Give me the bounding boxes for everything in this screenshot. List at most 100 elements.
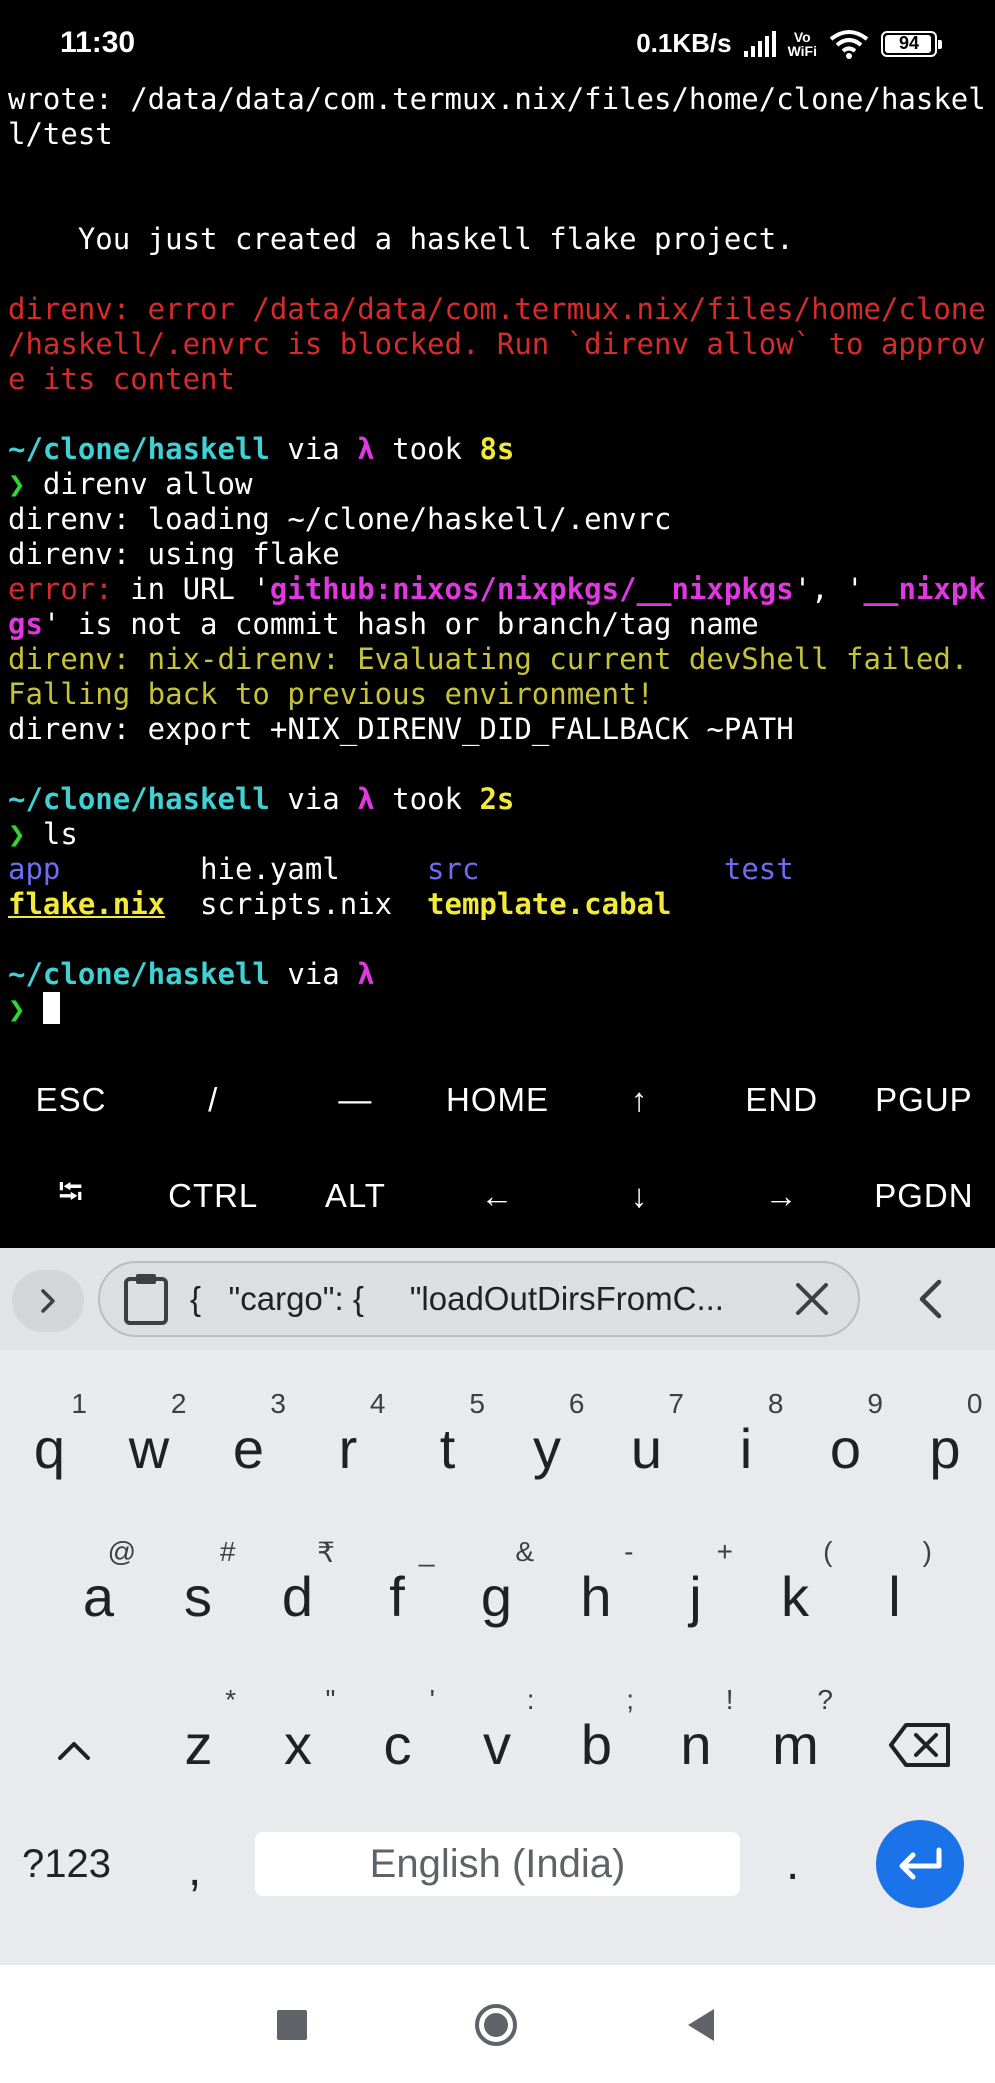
terminal-text: template.cabal bbox=[427, 887, 672, 921]
clipboard-suggestion-chip[interactable]: { "cargo": { "loadOutDirsFromC... bbox=[98, 1261, 860, 1337]
extra-key[interactable]: — bbox=[284, 1052, 426, 1148]
key-l[interactable]: ) l bbox=[845, 1514, 944, 1662]
key-label: i bbox=[739, 1417, 753, 1480]
terminal-line: ~/clone/haskell via λ took 8s bbox=[8, 432, 993, 467]
period-key[interactable]: . bbox=[786, 1836, 799, 1891]
extra-key[interactable]: / bbox=[142, 1052, 284, 1148]
key-w[interactable]: 2w bbox=[100, 1366, 199, 1514]
terminal-line: app hie.yaml src test bbox=[8, 852, 993, 887]
back-icon[interactable] bbox=[680, 2003, 724, 2047]
space-bar[interactable]: English (India) bbox=[255, 1832, 740, 1896]
key-label: v bbox=[483, 1713, 511, 1776]
terminal-line: /haskell/.envrc is blocked. Run `direnv … bbox=[8, 327, 993, 362]
key-b[interactable]: ; b bbox=[547, 1662, 646, 1810]
extra-key[interactable]: ↓ bbox=[569, 1148, 711, 1244]
terminal-line: e its content bbox=[8, 362, 993, 397]
extra-key[interactable]: ⭾ bbox=[0, 1148, 142, 1244]
backspace-key[interactable] bbox=[872, 1662, 971, 1810]
key-label: g bbox=[480, 1565, 513, 1628]
status-time: 11:30 bbox=[60, 26, 136, 59]
shift-key[interactable] bbox=[24, 1662, 123, 1810]
key-d[interactable]: ₹ d bbox=[248, 1514, 347, 1662]
clipboard-text: { "cargo": { "loadOutDirsFromC... bbox=[190, 1280, 724, 1317]
key-r[interactable]: 4r bbox=[299, 1366, 398, 1514]
home-icon[interactable] bbox=[474, 2003, 518, 2047]
key-i[interactable]: 8i bbox=[697, 1366, 796, 1514]
battery-level: 94 bbox=[898, 33, 920, 53]
terminal-line: You just created a haskell flake project… bbox=[8, 222, 993, 257]
extra-key[interactable]: HOME bbox=[426, 1052, 568, 1148]
key-n[interactable]: ! n bbox=[647, 1662, 746, 1810]
terminal-text: Falling back to previous environment! bbox=[8, 677, 655, 711]
key-x[interactable]: " x bbox=[249, 1662, 348, 1810]
key-j[interactable]: + j bbox=[646, 1514, 745, 1662]
key-h[interactable]: -h bbox=[547, 1514, 646, 1662]
key-label: j bbox=[689, 1565, 702, 1628]
extra-key[interactable]: ALT bbox=[284, 1148, 426, 1244]
key-label: k bbox=[781, 1565, 809, 1628]
key-label: c bbox=[383, 1713, 412, 1776]
key-label: q bbox=[33, 1417, 66, 1480]
key-label: y bbox=[533, 1417, 561, 1480]
extra-key[interactable]: CTRL bbox=[142, 1148, 284, 1244]
chevron-right-icon bbox=[41, 1289, 55, 1313]
key-label: h bbox=[580, 1565, 612, 1628]
extra-key[interactable]: ← bbox=[426, 1148, 568, 1244]
key-t[interactable]: 5t bbox=[398, 1366, 497, 1514]
key-label: b bbox=[580, 1713, 613, 1776]
key-g[interactable]: & g bbox=[447, 1514, 546, 1662]
symbols-key[interactable]: ?123 bbox=[22, 1842, 111, 1887]
key-u[interactable]: 7u bbox=[597, 1366, 696, 1514]
recents-icon[interactable] bbox=[270, 2003, 314, 2047]
terminal-output[interactable]: wrote: /data/data/com.termux.nix/files/h… bbox=[8, 82, 993, 1027]
terminal-text: 2s bbox=[479, 782, 515, 816]
chevron-left-icon[interactable] bbox=[907, 1274, 957, 1324]
navigation-bar bbox=[0, 1965, 995, 2083]
terminal-line: l/test bbox=[8, 117, 993, 152]
terminal-text: e its content bbox=[8, 362, 235, 396]
terminal-line: error: in URL 'github:nixos/nixpkgs/__ni… bbox=[8, 572, 993, 607]
key-p[interactable]: 0p bbox=[896, 1366, 995, 1514]
key-label: t bbox=[439, 1417, 456, 1480]
terminal-text: direnv: loading ~/clone/haskell/.envrc bbox=[8, 502, 672, 536]
enter-icon bbox=[899, 1847, 942, 1880]
key-k[interactable]: (k bbox=[746, 1514, 845, 1662]
terminal-line: direnv: export +NIX_DIRENV_DID_FALLBACK … bbox=[8, 712, 993, 747]
extra-key[interactable]: PGUP bbox=[853, 1052, 995, 1148]
terminal-line: ~/clone/haskell via λ bbox=[8, 957, 993, 992]
keyboard-row-1: 1q2w3e4r5t6y7u8i9o0p bbox=[0, 1366, 995, 1514]
extra-key[interactable]: ESC bbox=[0, 1052, 142, 1148]
key-a[interactable]: @ a bbox=[49, 1514, 148, 1662]
key-s[interactable]: # s bbox=[149, 1514, 248, 1662]
terminal-text: ~/clone/haskell bbox=[8, 782, 270, 816]
clipboard-icon bbox=[124, 1274, 168, 1325]
close-icon[interactable] bbox=[792, 1279, 832, 1319]
key-m[interactable]: ? m bbox=[746, 1662, 845, 1810]
terminal-text: direnv allow bbox=[25, 467, 253, 501]
key-v[interactable]: :v bbox=[448, 1662, 547, 1810]
terminal-text: in URL ' bbox=[112, 572, 270, 606]
key-q[interactable]: 1q bbox=[0, 1366, 99, 1514]
vowifi-icon: Vo WiFi bbox=[788, 30, 817, 58]
key-label: r bbox=[338, 1417, 358, 1480]
extra-key[interactable]: ↑ bbox=[569, 1052, 711, 1148]
key-y[interactable]: 6y bbox=[498, 1366, 597, 1514]
extra-key[interactable]: PGDN bbox=[853, 1148, 995, 1244]
enter-key[interactable] bbox=[876, 1820, 964, 1908]
terminal-text: app bbox=[8, 852, 61, 886]
key-o[interactable]: 9o bbox=[796, 1366, 895, 1514]
key-z[interactable]: * z bbox=[149, 1662, 248, 1810]
key-e[interactable]: 3e bbox=[199, 1366, 298, 1514]
key-f[interactable]: _ f bbox=[348, 1514, 447, 1662]
extra-key[interactable]: → bbox=[711, 1148, 853, 1244]
expand-toolbar-button[interactable] bbox=[12, 1270, 84, 1332]
terminal-line: flake.nix scripts.nix template.cabal bbox=[8, 887, 993, 922]
key-c[interactable]: ' c bbox=[348, 1662, 447, 1810]
comma-key[interactable]: , bbox=[188, 1842, 201, 1897]
extra-key[interactable]: END bbox=[711, 1052, 853, 1148]
